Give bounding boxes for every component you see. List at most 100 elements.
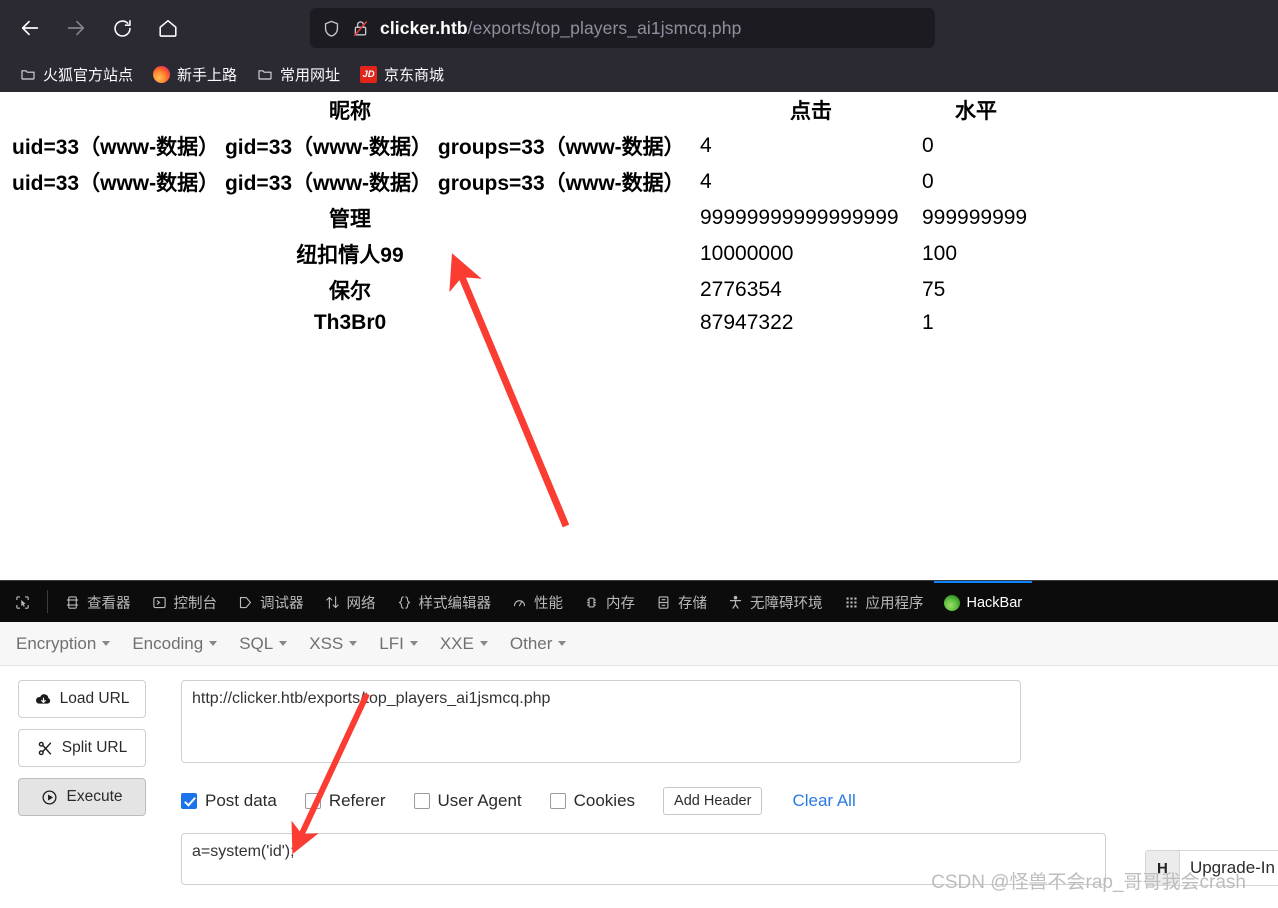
cell-clicks: 4: [700, 134, 712, 157]
folder-icon: [20, 66, 36, 82]
cell-clicks: 2776354: [700, 278, 782, 301]
menu-label: Encryption: [16, 633, 97, 653]
application-icon: [843, 594, 860, 611]
hackbar-menu-encoding[interactable]: Encoding: [132, 634, 218, 654]
checkbox-box[interactable]: [413, 793, 430, 809]
cloud-download-icon: [35, 691, 52, 708]
back-button[interactable]: [10, 8, 50, 48]
checkbox-label: Post data: [205, 791, 277, 810]
split-url-button[interactable]: Split URL: [18, 729, 146, 767]
request-options-row: Post data Referer User Agent Cookies Add…: [181, 787, 1106, 815]
devtools-tab-inspector[interactable]: 查看器: [54, 581, 141, 622]
table-row: uid=33（www-数据） gid=33（www-数据） groups=33（…: [0, 128, 1030, 164]
top-players-table: 昵称 点击 水平 uid=33（www-数据） gid=33（www-数据） g…: [0, 92, 1030, 338]
clear-all-link[interactable]: Clear All: [792, 791, 855, 811]
devtools-tab-network[interactable]: 网络: [314, 581, 386, 622]
referer-checkbox[interactable]: Referer: [304, 791, 386, 811]
post-data-checkbox[interactable]: Post data: [181, 791, 277, 811]
upgrade-widget[interactable]: H Upgrade-In: [1144, 850, 1278, 886]
menu-label: LFI: [379, 633, 404, 653]
network-icon: [324, 594, 341, 611]
shield-icon[interactable]: [322, 19, 341, 38]
bookmark-item-3[interactable]: JD 京东商城: [352, 61, 452, 88]
cell-nickname: 保尔: [329, 280, 371, 303]
chevron-down-icon: [209, 641, 218, 646]
checkbox-box[interactable]: [304, 793, 321, 809]
load-url-button[interactable]: Load URL: [18, 680, 146, 718]
upgrade-label[interactable]: Upgrade-In: [1180, 851, 1278, 885]
bookmarks-bar: 火狐官方站点 新手上路 常用网址 JD 京东商城: [0, 56, 1278, 92]
devtools-tab-storage[interactable]: 存储: [645, 581, 717, 622]
forward-button[interactable]: [56, 8, 96, 48]
table-row: Th3Br0 87947322 1: [0, 308, 1030, 338]
element-picker-icon: [14, 594, 31, 611]
devtools-tab-memory[interactable]: 内存: [573, 581, 645, 622]
debugger-icon: [237, 594, 254, 611]
toolbar-divider: [47, 590, 48, 613]
address-bar[interactable]: clicker.htb/exports/top_players_ai1jsmcq…: [310, 8, 935, 48]
column-header-level: 水平: [955, 100, 997, 123]
element-picker-button[interactable]: [4, 581, 41, 622]
reload-button[interactable]: [102, 8, 142, 48]
add-header-button[interactable]: Add Header: [663, 787, 763, 815]
inspector-icon: [64, 594, 81, 611]
chevron-down-icon: [409, 641, 418, 646]
execute-button[interactable]: Execute: [18, 778, 146, 816]
bookmark-item-1[interactable]: 新手上路: [145, 61, 245, 88]
hackbar-inputs: Post data Referer User Agent Cookies A: [181, 680, 1106, 889]
hackbar-menu-sql[interactable]: SQL: [239, 634, 288, 654]
checkbox-box[interactable]: [181, 793, 197, 809]
devtools-tab-label: 控制台: [173, 596, 218, 612]
user-agent-checkbox[interactable]: User Agent: [413, 791, 522, 811]
cell-nickname: uid=33（www-数据） gid=33（www-数据） groups=33（…: [12, 136, 685, 159]
column-header-clicks: 点击: [790, 100, 832, 123]
devtools-tab-console[interactable]: 控制台: [141, 581, 228, 622]
url-input[interactable]: [181, 680, 1021, 763]
broken-lock-icon[interactable]: [351, 19, 370, 38]
menu-label: XSS: [309, 633, 344, 653]
cell-clicks: 87947322: [700, 311, 794, 334]
cookies-checkbox[interactable]: Cookies: [549, 791, 635, 811]
devtools-tab-accessibility[interactable]: 无障碍环境: [717, 581, 833, 622]
devtools-tab-debugger[interactable]: 调试器: [227, 581, 314, 622]
hackbar-menu-encryption[interactable]: Encryption: [16, 633, 111, 654]
cell-nickname: 纽扣情人99: [296, 244, 404, 267]
accessibility-icon: [727, 594, 744, 611]
cell-clicks: 99999999999999999: [700, 206, 899, 229]
post-data-input[interactable]: [181, 833, 1106, 885]
style-editor-icon: [396, 594, 413, 611]
devtools-tab-hackbar[interactable]: HackBar: [933, 581, 1033, 622]
cell-level: 100: [922, 242, 958, 265]
hackbar-body: Load URL Split URL Execute http://clicke…: [0, 666, 1278, 889]
hackbar-menu-xxe[interactable]: XXE: [440, 634, 488, 654]
checkbox-box[interactable]: [549, 793, 566, 809]
hackbar-menu-other[interactable]: Other: [510, 634, 567, 654]
bookmark-label-3: 京东商城: [384, 66, 445, 84]
table-body: uid=33（www-数据） gid=33（www-数据） groups=33（…: [0, 128, 1030, 338]
home-button[interactable]: [148, 8, 188, 48]
devtools-tab-style-editor[interactable]: 样式编辑器: [386, 581, 502, 622]
bookmark-item-2[interactable]: 常用网址: [249, 61, 348, 88]
cell-level: 0: [922, 134, 934, 157]
checkbox-label: Referer: [328, 791, 386, 810]
cell-nickname: uid=33（www-数据） gid=33（www-数据） groups=33（…: [12, 172, 685, 195]
devtools-tab-application[interactable]: 应用程序: [833, 581, 934, 622]
page-content: 昵称 点击 水平 uid=33（www-数据） gid=33（www-数据） g…: [0, 92, 1278, 580]
devtools-tab-label: 内存: [606, 596, 635, 612]
storage-icon: [655, 594, 672, 611]
button-label: Load URL: [59, 690, 130, 707]
hackbar-menu-xss[interactable]: XSS: [309, 633, 358, 654]
table-header-row: 昵称 点击 水平: [0, 92, 1030, 128]
url-host: clicker.htb: [380, 17, 468, 38]
table-row: 纽扣情人99 10000000 100: [0, 236, 1030, 272]
chevron-down-icon: [558, 641, 567, 646]
firefox-icon: [153, 65, 171, 83]
devtools-tab-label: 网络: [346, 596, 376, 612]
devtools-tab-performance[interactable]: 性能: [501, 581, 573, 622]
menu-label: Other: [509, 633, 553, 653]
hackbar-menu-lfi[interactable]: LFI: [379, 634, 418, 654]
cell-nickname: Th3Br0: [313, 311, 387, 334]
bookmark-item-0[interactable]: 火狐官方站点: [12, 61, 141, 88]
table-row: uid=33（www-数据） gid=33（www-数据） groups=33（…: [0, 164, 1030, 200]
devtools-tab-label: HackBar: [966, 594, 1023, 611]
